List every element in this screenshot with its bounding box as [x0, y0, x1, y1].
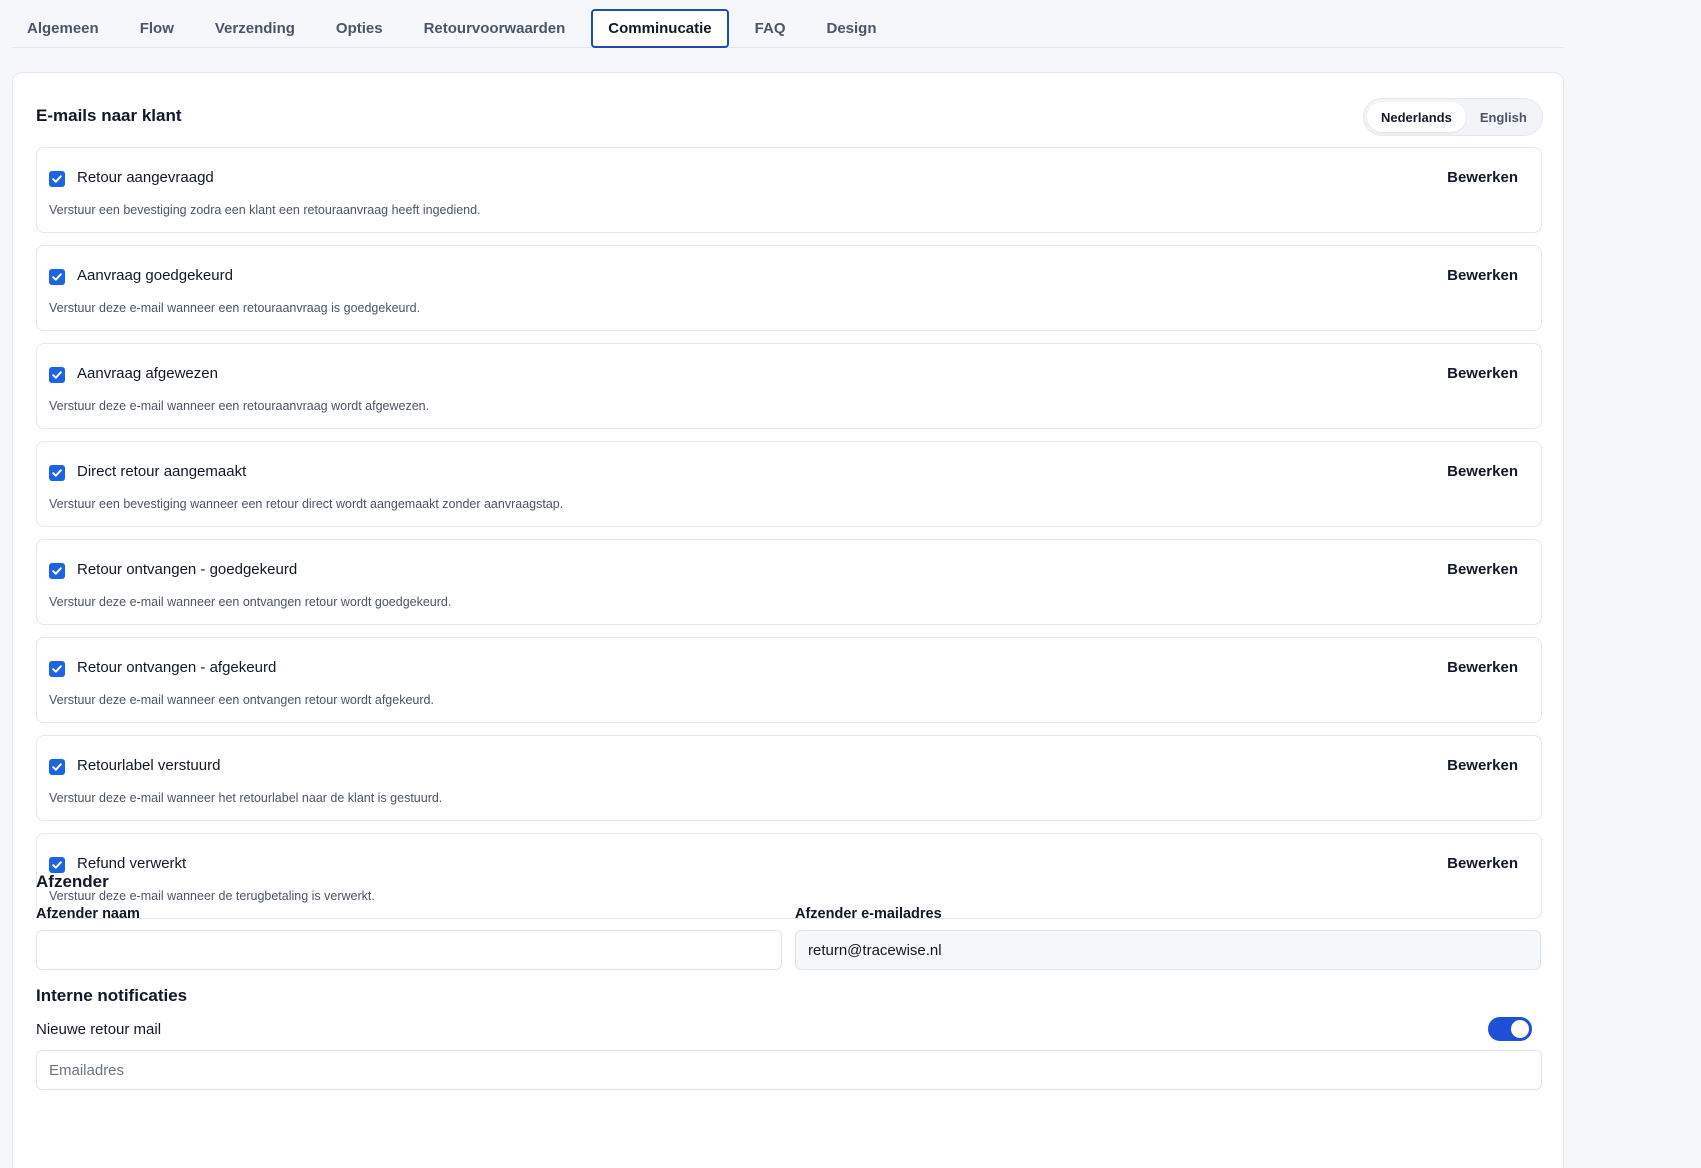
- edit-button[interactable]: Bewerken: [1447, 855, 1518, 872]
- checkmark-icon: [52, 763, 62, 771]
- internal-email-input[interactable]: [36, 1050, 1542, 1090]
- email-template-description: Verstuur een bevestiging zodra een klant…: [49, 203, 481, 217]
- email-template-list: Retour aangevraagd Bewerken Verstuur een…: [36, 147, 1542, 931]
- tab-communicatie[interactable]: Comminucatie: [591, 9, 729, 48]
- email-template-name: Aanvraag afgewezen: [77, 365, 218, 382]
- email-enabled-checkbox[interactable]: [49, 269, 65, 285]
- email-template-card: Retour ontvangen - afgekeurd Bewerken Ve…: [36, 637, 1542, 723]
- new-return-mail-label: Nieuwe retour mail: [36, 1021, 162, 1038]
- email-template-card: Retourlabel verstuurd Bewerken Verstuur …: [36, 735, 1542, 821]
- language-english-button[interactable]: English: [1466, 102, 1541, 132]
- checkmark-icon: [52, 861, 62, 869]
- email-enabled-checkbox[interactable]: [49, 661, 65, 677]
- email-enabled-checkbox[interactable]: [49, 171, 65, 187]
- email-template-name: Retourlabel verstuurd: [77, 757, 221, 774]
- sender-email-label: Afzender e-mailadres: [795, 906, 942, 922]
- checkmark-icon: [52, 567, 62, 575]
- email-template-name: Refund verwerkt: [77, 855, 187, 872]
- edit-button[interactable]: Bewerken: [1447, 365, 1518, 382]
- checkmark-icon: [52, 665, 62, 673]
- checkmark-icon: [52, 371, 62, 379]
- tab-flow[interactable]: Flow: [125, 9, 189, 48]
- tab-faq[interactable]: FAQ: [740, 9, 801, 48]
- email-enabled-checkbox[interactable]: [49, 857, 65, 873]
- edit-button[interactable]: Bewerken: [1447, 169, 1518, 186]
- email-template-name: Retour aangevraagd: [77, 169, 214, 186]
- sender-email-input[interactable]: [795, 930, 1541, 970]
- edit-button[interactable]: Bewerken: [1447, 757, 1518, 774]
- tab-bar: Algemeen Flow Verzending Opties Retourvo…: [12, 9, 1564, 48]
- language-switch: Nederlands English: [1363, 98, 1543, 136]
- checkmark-icon: [52, 175, 62, 183]
- tab-design[interactable]: Design: [812, 9, 892, 48]
- email-template-description: Verstuur deze e-mail wanneer een ontvang…: [49, 595, 452, 609]
- email-template-name: Direct retour aangemaakt: [77, 463, 247, 480]
- edit-button[interactable]: Bewerken: [1447, 267, 1518, 284]
- sender-name-label: Afzender naam: [36, 906, 140, 922]
- email-enabled-checkbox[interactable]: [49, 759, 65, 775]
- language-nederlands-button[interactable]: Nederlands: [1367, 102, 1466, 132]
- emails-section-title: E-mails naar klant: [36, 106, 182, 125]
- tab-opties[interactable]: Opties: [321, 9, 398, 48]
- toggle-knob: [1511, 1020, 1529, 1038]
- email-template-description: Verstuur deze e-mail wanneer een ontvang…: [49, 693, 434, 707]
- edit-button[interactable]: Bewerken: [1447, 463, 1518, 480]
- email-template-card: Direct retour aangemaakt Bewerken Verstu…: [36, 441, 1542, 527]
- new-return-mail-toggle[interactable]: [1488, 1017, 1532, 1041]
- email-template-name: Retour ontvangen - goedgekeurd: [77, 561, 298, 578]
- email-enabled-checkbox[interactable]: [49, 367, 65, 383]
- email-template-card: Retour ontvangen - goedgekeurd Bewerken …: [36, 539, 1542, 625]
- communication-panel: E-mails naar klant Nederlands English Re…: [12, 72, 1564, 1168]
- email-template-description: Verstuur deze e-mail wanneer het retourl…: [49, 791, 443, 805]
- email-template-name: Retour ontvangen - afgekeurd: [77, 659, 277, 676]
- tab-verzending[interactable]: Verzending: [200, 9, 310, 48]
- sender-section-title: Afzender: [36, 872, 109, 891]
- email-template-name: Aanvraag goedgekeurd: [77, 267, 233, 284]
- edit-button[interactable]: Bewerken: [1447, 561, 1518, 578]
- email-template-description: Verstuur deze e-mail wanneer een retoura…: [49, 301, 421, 315]
- email-enabled-checkbox[interactable]: [49, 465, 65, 481]
- edit-button[interactable]: Bewerken: [1447, 659, 1518, 676]
- email-template-card: Retour aangevraagd Bewerken Verstuur een…: [36, 147, 1542, 233]
- email-template-description: Verstuur een bevestiging wanneer een ret…: [49, 497, 564, 511]
- tab-algemeen[interactable]: Algemeen: [12, 9, 114, 48]
- checkmark-icon: [52, 469, 62, 477]
- checkmark-icon: [52, 273, 62, 281]
- internal-notifications-title: Interne notificaties: [36, 986, 188, 1005]
- email-enabled-checkbox[interactable]: [49, 563, 65, 579]
- email-template-card: Aanvraag afgewezen Bewerken Verstuur dez…: [36, 343, 1542, 429]
- sender-name-input[interactable]: [36, 930, 782, 970]
- email-template-card: Refund verwerkt Bewerken Verstuur deze e…: [36, 833, 1542, 919]
- email-template-description: Verstuur deze e-mail wanneer een retoura…: [49, 399, 430, 413]
- tab-retourvoorwaarden[interactable]: Retourvoorwaarden: [409, 9, 581, 48]
- email-template-card: Aanvraag goedgekeurd Bewerken Verstuur d…: [36, 245, 1542, 331]
